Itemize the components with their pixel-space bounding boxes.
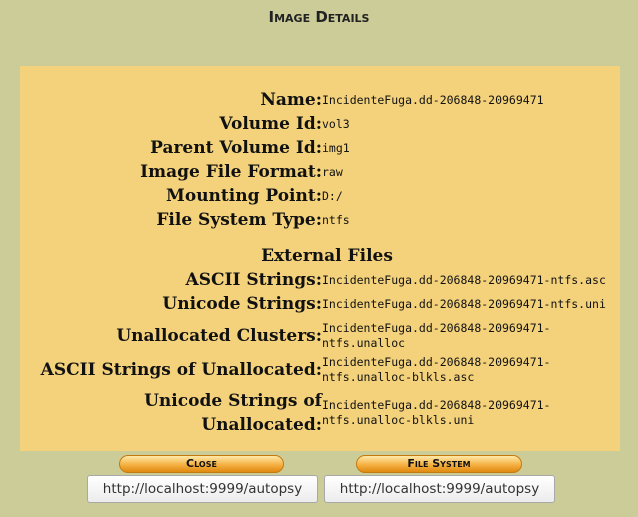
external-files-heading: External Files bbox=[261, 246, 393, 266]
detail-row-volume-id: Volume Id: vol3 bbox=[32, 112, 606, 136]
unicode-strings-unallocated-value-line1: IncidenteFuga.dd-206848-20969471- bbox=[322, 398, 551, 412]
detail-row-image-file-format: Image File Format: raw bbox=[32, 160, 606, 184]
detail-row-file-system-type: File System Type: ntfs bbox=[32, 208, 606, 232]
external-row-ascii-strings: ASCII Strings: IncidenteFuga.dd-206848-2… bbox=[32, 268, 606, 292]
unallocated-clusters-value-line1: IncidenteFuga.dd-206848-20969471- bbox=[322, 321, 551, 335]
detail-row-name: Name: IncidenteFuga.dd-206848-20969471 bbox=[32, 88, 606, 112]
unallocated-clusters-value: IncidenteFuga.dd-206848-20969471- ntfs.u… bbox=[322, 316, 606, 351]
file-system-type-value: ntfs bbox=[322, 212, 350, 227]
volume-id-label: Volume Id: bbox=[219, 114, 322, 134]
image-file-format-value: raw bbox=[322, 164, 343, 179]
detail-row-mounting-point: Mounting Point: D:/ bbox=[32, 184, 606, 208]
external-files-heading-row: External Files bbox=[32, 244, 606, 268]
external-row-ascii-unallocated: ASCII Strings of Unallocated: IncidenteF… bbox=[32, 351, 606, 385]
external-row-unallocated-clusters: Unallocated Clusters: IncidenteFuga.dd-2… bbox=[32, 316, 606, 351]
parent-volume-id-value: img1 bbox=[322, 140, 350, 155]
close-frame-url[interactable]: http://localhost:9999/autopsy bbox=[87, 475, 318, 503]
mounting-point-value: D:/ bbox=[322, 188, 343, 203]
image-details-panel: Name: IncidenteFuga.dd-206848-20969471 V… bbox=[20, 66, 620, 451]
parent-volume-id-label: Parent Volume Id: bbox=[150, 138, 322, 158]
unicode-strings-unallocated-value: IncidenteFuga.dd-206848-20969471- ntfs.u… bbox=[322, 385, 606, 437]
unicode-strings-unallocated-value-line2: ntfs.unalloc-blkls.uni bbox=[322, 413, 475, 427]
ascii-strings-value: IncidenteFuga.dd-206848-20969471-ntfs.as… bbox=[322, 272, 606, 287]
unallocated-clusters-label: Unallocated Clusters: bbox=[116, 326, 322, 346]
file-system-type-label: File System Type: bbox=[156, 210, 322, 230]
ascii-strings-unallocated-value-line2: ntfs.unalloc-blkls.asc bbox=[322, 370, 475, 384]
mounting-point-label: Mounting Point: bbox=[166, 186, 322, 206]
spacer-row bbox=[32, 232, 606, 244]
external-row-unicode-strings: Unicode Strings: IncidenteFuga.dd-206848… bbox=[32, 292, 606, 316]
detail-row-parent-volume-id: Parent Volume Id: img1 bbox=[32, 136, 606, 160]
ascii-strings-unallocated-value-line1: IncidenteFuga.dd-206848-20969471- bbox=[322, 355, 551, 369]
name-value: IncidenteFuga.dd-206848-20969471 bbox=[322, 92, 544, 107]
image-details-table: Name: IncidenteFuga.dd-206848-20969471 V… bbox=[32, 88, 606, 437]
volume-id-value: vol3 bbox=[322, 116, 350, 131]
file-system-frame-url[interactable]: http://localhost:9999/autopsy bbox=[324, 475, 555, 503]
ascii-strings-unallocated-label: ASCII Strings of Unallocated: bbox=[40, 360, 322, 380]
unicode-strings-unallocated-label: Unicode Strings of Unallocated: bbox=[144, 391, 322, 435]
ascii-strings-label: ASCII Strings: bbox=[185, 270, 322, 290]
external-row-unicode-unallocated: Unicode Strings of Unallocated: Incident… bbox=[32, 385, 606, 437]
page-title: Image Details bbox=[268, 8, 370, 26]
unallocated-clusters-value-line2: ntfs.unalloc bbox=[322, 336, 406, 350]
file-system-button[interactable]: File System bbox=[356, 455, 522, 473]
ascii-strings-unallocated-value: IncidenteFuga.dd-206848-20969471- ntfs.u… bbox=[322, 351, 606, 385]
close-button[interactable]: Close bbox=[119, 455, 284, 473]
unicode-strings-label: Unicode Strings: bbox=[162, 294, 322, 314]
unicode-strings-value: IncidenteFuga.dd-206848-20969471-ntfs.un… bbox=[322, 296, 606, 311]
image-file-format-label: Image File Format: bbox=[140, 162, 322, 182]
name-label: Name: bbox=[260, 90, 322, 110]
